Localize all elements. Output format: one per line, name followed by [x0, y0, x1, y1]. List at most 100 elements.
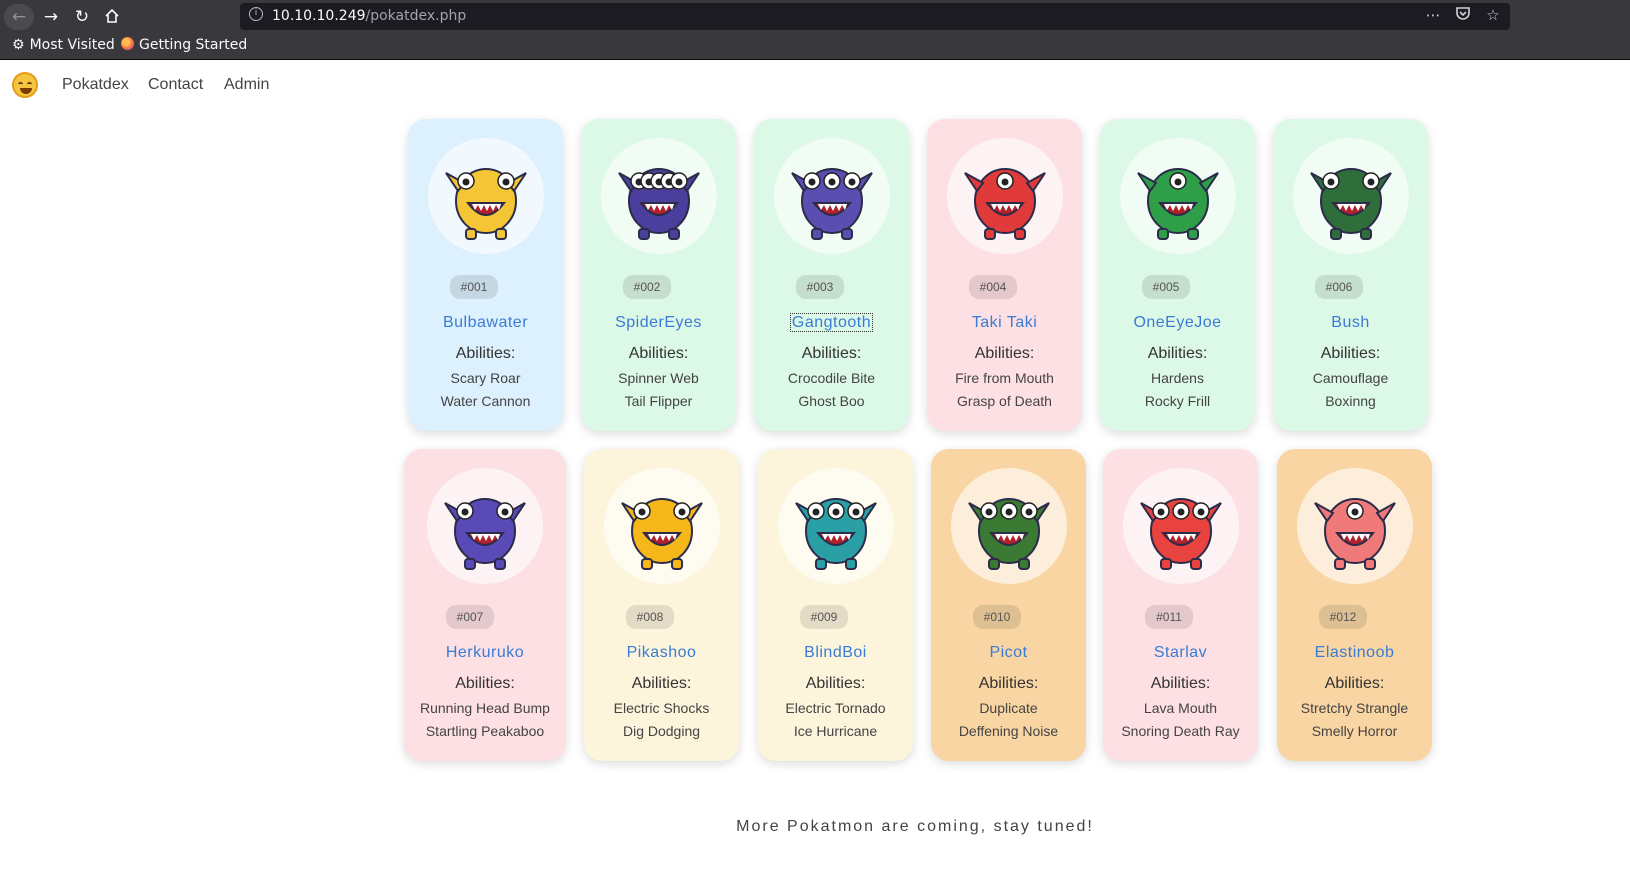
- pokatmon-card: #011 Starlav Abilities: Lava Mouth Snori…: [1103, 449, 1258, 761]
- ability-item: Ghost Boo: [798, 393, 865, 409]
- ability-item: Scary Roar: [450, 370, 521, 386]
- ability-item: Startling Peakaboo: [425, 723, 545, 739]
- ability-item: Camouflage: [1312, 370, 1389, 386]
- bookmarks-toolbar: ⚙ Most Visited Getting Started: [0, 33, 1630, 60]
- pokatmon-card: #010 Picot Abilities: Duplicate Deffenin…: [931, 449, 1086, 761]
- card-name-link[interactable]: BlindBoi: [758, 644, 913, 662]
- nav-pokatdex[interactable]: Pokatdex: [62, 76, 129, 94]
- pokatmon-card: #012 Elastinoob Abilities: Stretchy Stra…: [1277, 449, 1432, 761]
- pokatmon-card: #008 Pikashoo Abilities: Electric Shocks…: [584, 449, 739, 761]
- pokatmon-card: #006 Bush Abilities: Camouflage Boxinng: [1273, 119, 1428, 431]
- browser-toolbar: ← → ↻ i 10.10.10.249/pokatdex.php ⋯ ☆: [0, 0, 1630, 33]
- footer-message: More Pokatmon are coming, stay tuned!: [736, 818, 1094, 835]
- ability-item: Crocodile Bite: [787, 370, 876, 386]
- info-icon[interactable]: i: [249, 7, 263, 21]
- abilities-label: Abilities:: [801, 345, 862, 362]
- ability-item: Fire from Mouth: [955, 370, 1054, 386]
- abilities-label: Abilities:: [974, 345, 1035, 362]
- nav-admin[interactable]: Admin: [224, 76, 269, 94]
- url-bar[interactable]: i 10.10.10.249/pokatdex.php ⋯ ☆: [240, 3, 1510, 30]
- monster-avatar: [1292, 138, 1409, 254]
- card-name-link[interactable]: Elastinoob: [1277, 644, 1432, 662]
- ability-item: Duplicate: [979, 700, 1038, 716]
- card-number-badge: #007: [446, 605, 494, 629]
- ability-item: Stretchy Strangle: [1300, 700, 1409, 716]
- monster-avatar: [1122, 468, 1239, 584]
- ability-item: Smelly Horror: [1311, 723, 1398, 739]
- card-number-badge: #005: [1142, 275, 1190, 299]
- arrow-right-icon: →: [43, 7, 59, 27]
- card-name-link[interactable]: Picot: [931, 644, 1086, 662]
- card-name-link[interactable]: Pikashoo: [584, 644, 739, 662]
- pokatmon-card: #004 Taki Taki Abilities: Fire from Mout…: [927, 119, 1082, 431]
- card-name-link[interactable]: Bulbawater: [408, 314, 563, 332]
- ability-item: Grasp of Death: [957, 393, 1052, 409]
- abilities-label: Abilities:: [631, 675, 692, 692]
- ability-item: Rocky Frill: [1144, 393, 1211, 409]
- gear-icon: ⚙: [12, 37, 25, 53]
- cat-logo-icon[interactable]: [12, 72, 38, 98]
- ability-item: Ice Hurricane: [793, 723, 878, 739]
- card-number-badge: #008: [626, 605, 674, 629]
- ability-item: Boxinng: [1325, 393, 1376, 409]
- card-number-badge: #006: [1315, 275, 1363, 299]
- reload-icon: ↻: [74, 7, 90, 27]
- monster-avatar: [946, 138, 1063, 254]
- pocket-icon[interactable]: [1454, 6, 1472, 25]
- card-number-badge: #011: [1145, 605, 1193, 629]
- arrow-left-icon: ←: [11, 7, 27, 27]
- card-number-badge: #003: [796, 275, 844, 299]
- ability-item: Electric Shocks: [613, 700, 710, 716]
- card-name-link[interactable]: Bush: [1273, 314, 1428, 332]
- ability-item: Running Head Bump: [420, 700, 550, 716]
- more-actions-icon[interactable]: ⋯: [1424, 6, 1442, 25]
- url-text[interactable]: 10.10.10.249/pokatdex.php: [272, 8, 466, 24]
- ability-item: Dig Dodging: [622, 723, 701, 739]
- ability-item: Snoring Death Ray: [1121, 723, 1240, 739]
- ability-item: Spinner Web: [618, 370, 699, 386]
- site-navbar: Pokatdex Contact Admin: [0, 60, 1630, 112]
- back-button[interactable]: ←: [4, 4, 34, 30]
- abilities-label: Abilities:: [628, 345, 689, 362]
- monster-avatar: [777, 468, 894, 584]
- card-name-link[interactable]: SpiderEyes: [581, 314, 736, 332]
- monster-avatar: [600, 138, 717, 254]
- abilities-label: Abilities:: [978, 675, 1039, 692]
- home-icon: [105, 8, 119, 23]
- pokatmon-card: #003 Gangtooth Abilities: Crocodile Bite…: [754, 119, 909, 431]
- abilities-label: Abilities:: [1320, 345, 1381, 362]
- card-number-badge: #002: [623, 275, 671, 299]
- forward-button[interactable]: →: [36, 4, 66, 30]
- pokatmon-card: #001 Bulbawater Abilities: Scary Roar Wa…: [408, 119, 563, 431]
- monster-avatar: [1296, 468, 1413, 584]
- card-name-link[interactable]: Gangtooth: [754, 313, 909, 332]
- nav-contact[interactable]: Contact: [148, 76, 203, 94]
- abilities-label: Abilities:: [455, 675, 515, 692]
- ability-item: Deffening Noise: [958, 723, 1059, 739]
- card-number-badge: #009: [800, 605, 848, 629]
- ability-item: Tail Flipper: [624, 393, 693, 409]
- reload-button[interactable]: ↻: [67, 4, 97, 30]
- bookmark-star-icon[interactable]: ☆: [1484, 6, 1502, 25]
- abilities-label: Abilities:: [805, 675, 866, 692]
- card-number-badge: #004: [969, 275, 1017, 299]
- bookmark-most-visited[interactable]: ⚙ Most Visited: [12, 37, 115, 53]
- monster-avatar: [427, 468, 543, 584]
- card-name-link[interactable]: Herkuruko: [404, 644, 566, 662]
- monster-avatar: [950, 468, 1067, 584]
- pokatmon-card: #007 Herkuruko Abilities: Running Head B…: [404, 449, 566, 761]
- monster-avatar: [603, 468, 720, 584]
- card-name-link[interactable]: OneEyeJoe: [1100, 314, 1255, 332]
- abilities-label: Abilities:: [1147, 345, 1208, 362]
- card-name-link[interactable]: Taki Taki: [927, 314, 1082, 332]
- card-number-badge: #012: [1319, 605, 1367, 629]
- card-name-link[interactable]: Starlav: [1103, 644, 1258, 662]
- ability-item: Lava Mouth: [1143, 700, 1218, 716]
- abilities-label: Abilities:: [1150, 675, 1211, 692]
- home-button[interactable]: [97, 4, 127, 30]
- bookmark-getting-started[interactable]: Getting Started: [121, 37, 247, 53]
- monster-avatar: [427, 138, 544, 254]
- abilities-label: Abilities:: [1324, 675, 1385, 692]
- pokatmon-card: #009 BlindBoi Abilities: Electric Tornad…: [758, 449, 913, 761]
- monster-avatar: [773, 138, 890, 254]
